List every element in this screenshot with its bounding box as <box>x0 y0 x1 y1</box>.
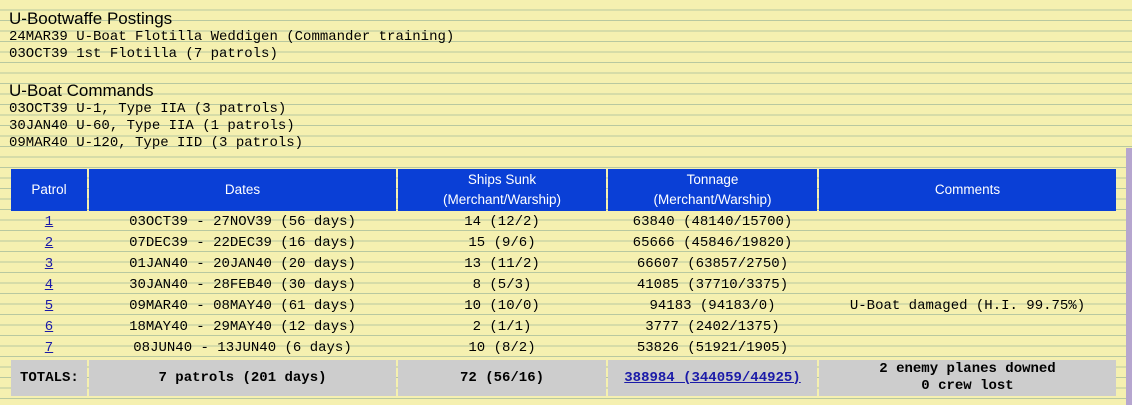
command-item: 30JAN40 U-60, Type IIA (1 patrols) <box>9 118 295 134</box>
patrols-table: Patrol Dates Ships Sunk (Merchant/Warshi… <box>9 167 1118 398</box>
comments-cell <box>819 213 1116 232</box>
ships-cell: 13 (11/2) <box>464 256 540 272</box>
comments-cell: U-Boat damaged (H.I. 99.75%) <box>849 298 1086 314</box>
patrol-cell: 2 <box>11 234 87 253</box>
header-tonnage: Tonnage (Merchant/Warship) <box>608 169 817 211</box>
patrol-link[interactable]: 5 <box>45 298 53 314</box>
table-row: 4 30JAN40 - 28FEB40 (30 days) 8 (5/3) 41… <box>11 276 1116 295</box>
patrol-link[interactable]: 7 <box>45 340 53 356</box>
table-row: 7 08JUN40 - 13JUN40 (6 days) 10 (8/2) 53… <box>11 339 1116 358</box>
dates-cell: 08JUN40 - 13JUN40 (6 days) <box>133 340 352 356</box>
scrollbar-edge[interactable] <box>1126 148 1132 405</box>
dates-cell: 30JAN40 - 28FEB40 (30 days) <box>129 277 356 293</box>
patrol-link[interactable]: 3 <box>45 256 53 272</box>
ships-cell: 14 (12/2) <box>464 214 540 230</box>
tonnage-cell: 94183 (94183/0) <box>649 298 776 314</box>
patrol-link[interactable]: 6 <box>45 319 53 335</box>
totals-comments-line2: 0 crew lost <box>921 378 1014 394</box>
table-row: 6 18MAY40 - 29MAY40 (12 days) 2 (1/1) 37… <box>11 318 1116 337</box>
totals-comments: 2 enemy planes downed 0 crew lost <box>819 360 1116 396</box>
dates-cell: 03OCT39 - 27NOV39 (56 days) <box>129 214 356 230</box>
tonnage-cell: 63840 (48140/15700) <box>632 214 793 230</box>
tonnage-cell: 3777 (2402/1375) <box>645 319 780 335</box>
patrol-cell: 7 <box>11 339 87 358</box>
header-dates: Dates <box>89 169 396 211</box>
ships-cell: 8 (5/3) <box>472 277 532 293</box>
tonnage-cell: 65666 (45846/19820) <box>632 235 793 251</box>
patrol-link[interactable]: 2 <box>45 235 53 251</box>
tonnage-cell: 66607 (63857/2750) <box>636 256 789 272</box>
header-patrol: Patrol <box>11 169 87 211</box>
comments-cell <box>819 255 1116 274</box>
tonnage-cell: 41085 (37710/3375) <box>636 277 789 293</box>
table-header-row: Patrol Dates Ships Sunk (Merchant/Warshi… <box>11 169 1116 211</box>
patrol-cell: 6 <box>11 318 87 337</box>
table-row: 5 09MAR40 - 08MAY40 (61 days) 10 (10/0) … <box>11 297 1116 316</box>
dates-cell: 18MAY40 - 29MAY40 (12 days) <box>129 319 356 335</box>
ships-cell: 2 (1/1) <box>472 319 532 335</box>
postings-section: U-Bootwaffe Postings 24MAR39 U-Boat Flot… <box>9 9 454 63</box>
command-item: 03OCT39 U-1, Type IIA (3 patrols) <box>9 101 287 117</box>
ships-cell: 10 (8/2) <box>468 340 536 356</box>
totals-ships: 72 (56/16) <box>398 360 606 396</box>
patrol-link[interactable]: 4 <box>45 277 53 293</box>
commands-title: U-Boat Commands <box>9 81 154 100</box>
totals-patrols: 7 patrols (201 days) <box>89 360 396 396</box>
posting-item: 03OCT39 1st Flotilla (7 patrols) <box>9 46 278 62</box>
dates-cell: 09MAR40 - 08MAY40 (61 days) <box>129 298 356 314</box>
table-row: 3 01JAN40 - 20JAN40 (20 days) 13 (11/2) … <box>11 255 1116 274</box>
table-row: 2 07DEC39 - 22DEC39 (16 days) 15 (9/6) 6… <box>11 234 1116 253</box>
dates-cell: 01JAN40 - 20JAN40 (20 days) <box>129 256 356 272</box>
comments-cell <box>819 234 1116 253</box>
command-item: 09MAR40 U-120, Type IID (3 patrols) <box>9 135 304 151</box>
totals-row: TOTALS: 7 patrols (201 days) 72 (56/16) … <box>11 360 1116 396</box>
dates-cell: 07DEC39 - 22DEC39 (16 days) <box>129 235 356 251</box>
header-tonnage-label: Tonnage <box>686 172 739 187</box>
totals-comments-line1: 2 enemy planes downed <box>879 361 1056 377</box>
comments-cell <box>819 276 1116 295</box>
header-ships-sunk-sub: (Merchant/Warship) <box>442 192 562 207</box>
header-tonnage-sub: (Merchant/Warship) <box>653 192 772 207</box>
ships-cell: 15 (9/6) <box>468 235 536 251</box>
table-row: 1 03OCT39 - 27NOV39 (56 days) 14 (12/2) … <box>11 213 1116 232</box>
header-ships-sunk: Ships Sunk (Merchant/Warship) <box>398 169 606 211</box>
patrol-link[interactable]: 1 <box>45 214 53 230</box>
commands-section: U-Boat Commands 03OCT39 U-1, Type IIA (3… <box>9 81 303 152</box>
patrol-cell: 3 <box>11 255 87 274</box>
patrol-cell: 1 <box>11 213 87 232</box>
patrol-cell: 4 <box>11 276 87 295</box>
postings-title: U-Bootwaffe Postings <box>9 9 173 28</box>
header-comments: Comments <box>819 169 1116 211</box>
patrol-cell: 5 <box>11 297 87 316</box>
header-ships-sunk-label: Ships Sunk <box>467 172 537 187</box>
posting-item: 24MAR39 U-Boat Flotilla Weddigen (Comman… <box>9 29 455 45</box>
totals-label: TOTALS: <box>11 360 87 396</box>
comments-cell <box>819 318 1116 337</box>
totals-tonnage-cell: 388984 (344059/44925) <box>608 360 817 396</box>
totals-tonnage-link[interactable]: 388984 (344059/44925) <box>624 370 800 386</box>
ships-cell: 10 (10/0) <box>464 298 540 314</box>
comments-cell <box>819 339 1116 358</box>
tonnage-cell: 53826 (51921/1905) <box>636 340 789 356</box>
